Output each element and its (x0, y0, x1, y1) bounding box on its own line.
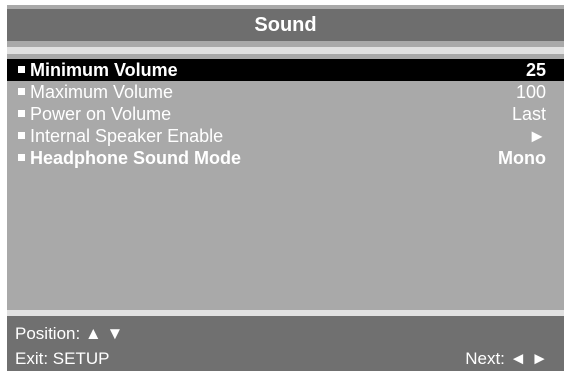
menu-item-label: Internal Speaker Enable (30, 126, 224, 146)
menu-title: Sound (7, 9, 564, 41)
menu-item-label: Maximum Volume (30, 82, 174, 102)
menu-item-power-on-volume[interactable]: Power on Volume Last (7, 103, 564, 125)
position-hint: Position: ▲ ▼ (15, 324, 124, 343)
menu-item-internal-speaker-enable[interactable]: Internal Speaker Enable ► (7, 125, 564, 147)
title-separator (7, 47, 564, 54)
bullet-icon (18, 88, 25, 95)
sound-menu-panel: Sound Minimum Volume 25 Maximum Volume 1… (7, 5, 564, 371)
menu-item-minimum-volume[interactable]: Minimum Volume 25 (7, 59, 564, 81)
menu-list: Minimum Volume 25 Maximum Volume 100 Pow… (7, 59, 564, 169)
menu-item-value: Last (511, 104, 546, 124)
next-hint: Next: ◄ ► (465, 349, 548, 368)
menu-item-headphone-sound-mode[interactable]: Headphone Sound Mode Mono (7, 147, 564, 169)
bullet-icon (18, 132, 25, 139)
submenu-arrow-icon: ► (528, 126, 546, 146)
footer-help: Position: ▲ ▼ Exit: SETUP Next: ◄ ► (7, 316, 564, 371)
menu-item-label: Headphone Sound Mode (30, 148, 241, 168)
bullet-icon (18, 66, 25, 73)
menu-item-value: Mono (498, 148, 546, 168)
menu-item-label: Minimum Volume (30, 60, 178, 80)
menu-item-value: 25 (525, 60, 546, 80)
menu-item-label: Power on Volume (30, 104, 172, 124)
menu-item-value: 100 (515, 82, 546, 102)
bullet-icon (18, 154, 25, 161)
exit-hint: Exit: SETUP (15, 349, 110, 368)
menu-item-maximum-volume[interactable]: Maximum Volume 100 (7, 81, 564, 103)
bullet-icon (18, 110, 25, 117)
